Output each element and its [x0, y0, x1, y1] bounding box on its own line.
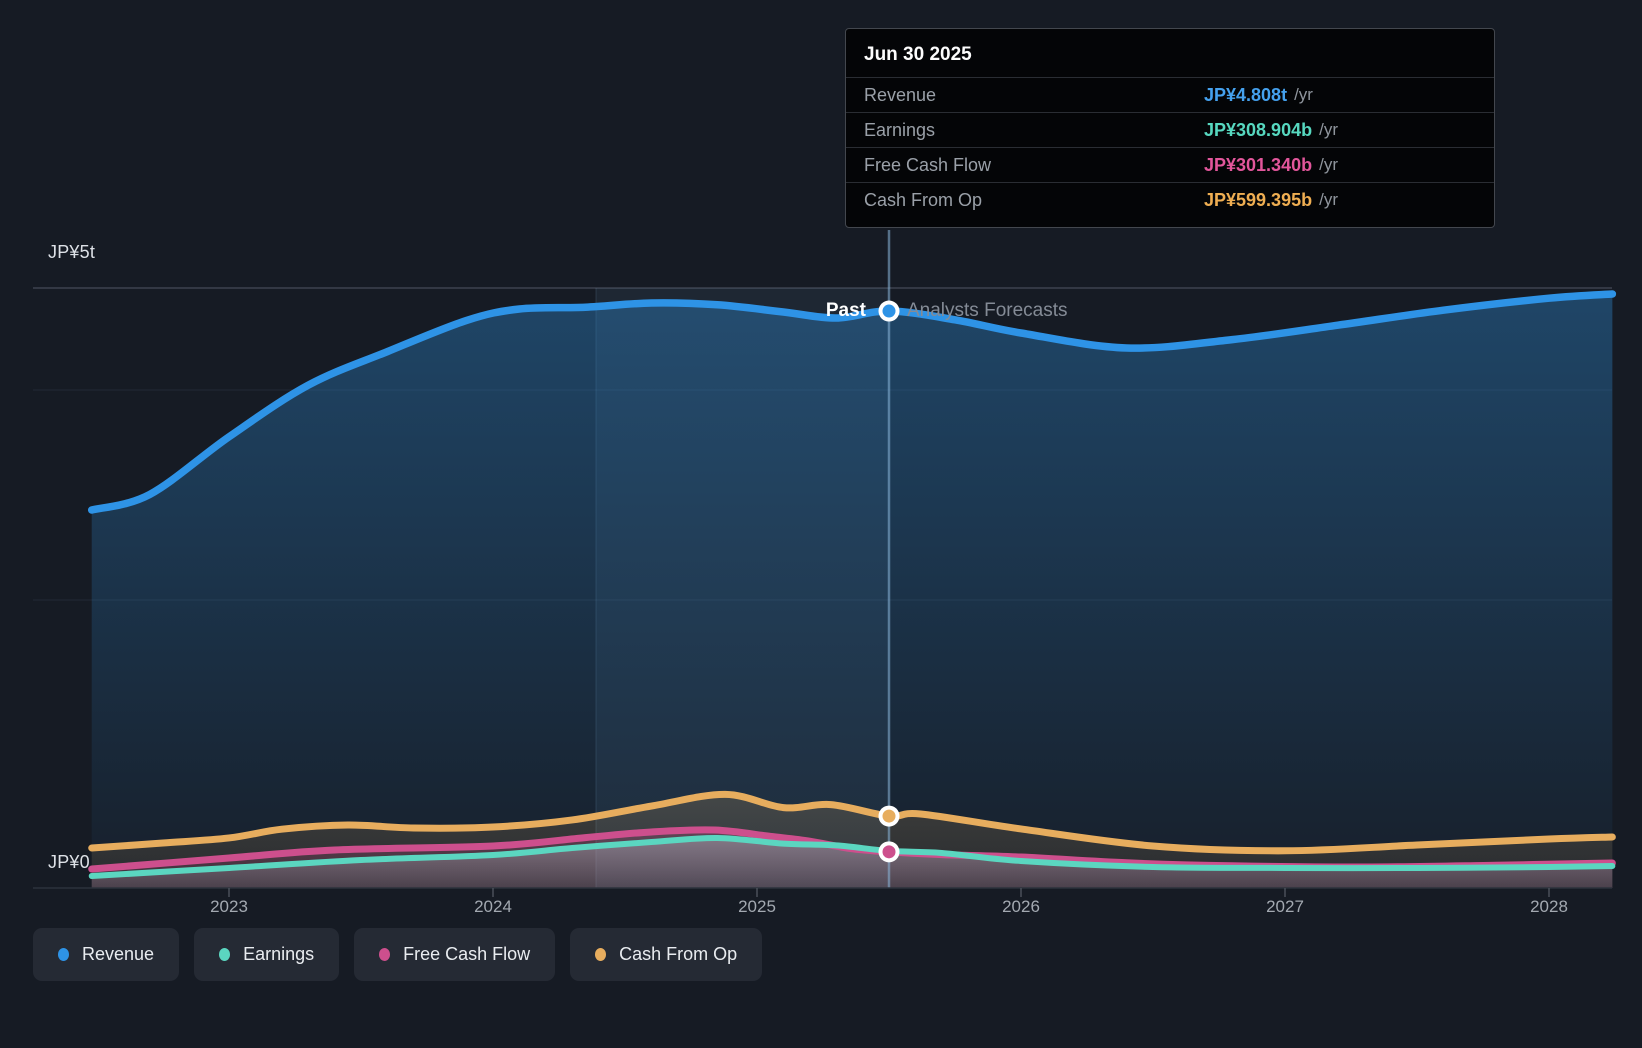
x-axis-label-2023: 2023 — [210, 897, 248, 916]
legend-item-label: Revenue — [82, 944, 155, 964]
legend-dot-free-cash-flow-icon — [379, 948, 391, 961]
tooltip-row-label: Free Cash Flow — [864, 154, 992, 175]
legend-item-earnings[interactable]: Earnings — [194, 928, 340, 981]
tooltip-row-cash-from-op: Cash From Op JP¥599.395b/yr — [846, 182, 1494, 217]
y-axis-label-top: JP¥5t — [48, 242, 96, 262]
tooltip-row-suffix: /yr — [1319, 120, 1338, 139]
analysts-forecast-label: Analysts Forecasts — [907, 300, 1068, 321]
x-axis-label-2027: 2027 — [1266, 897, 1304, 916]
tooltip-row-revenue: Revenue JP¥4.808t/yr — [846, 77, 1494, 112]
tooltip-row-suffix: /yr — [1319, 155, 1338, 174]
legend-item-label: Earnings — [243, 944, 315, 964]
chart-tooltip: Jun 30 2025 Revenue JP¥4.808t/yr Earnings J… — [845, 28, 1495, 228]
tooltip-row-value: JP¥308.904b — [1204, 119, 1313, 140]
tooltip-row-value: JP¥599.395b — [1204, 189, 1313, 210]
tooltip-row-label: Cash From Op — [864, 189, 983, 210]
tooltip-row-free-cash-flow: Free Cash Flow JP¥301.340b/yr — [846, 147, 1494, 182]
tooltip-row-suffix: /yr — [1294, 85, 1313, 104]
legend-item-label: Cash From Op — [619, 944, 738, 964]
tooltip-row-value: JP¥301.340b — [1204, 154, 1313, 175]
legend-dot-cash-from-op-icon — [595, 948, 607, 961]
legend-item-free-cash-flow[interactable]: Free Cash Flow — [354, 928, 556, 981]
x-axis: 2023 2024 2025 2026 2027 2028 — [0, 897, 1642, 921]
legend: Revenue Earnings Free Cash Flow Cash From O… — [33, 928, 763, 981]
tooltip-row-label: Revenue — [864, 84, 937, 105]
tooltip-row-earnings: Earnings JP¥308.904b/yr — [846, 112, 1494, 147]
legend-dot-revenue-icon — [58, 948, 69, 961]
tooltip-row-suffix: /yr — [1319, 190, 1338, 209]
legend-dot-earnings-icon — [219, 948, 231, 961]
marker-cash-from-op[interactable] — [882, 809, 896, 823]
x-axis-label-2026: 2026 — [1002, 897, 1040, 916]
past-label: Past — [825, 300, 866, 321]
marker-free-cash-flow[interactable] — [882, 845, 896, 859]
x-axis-label-2024: 2024 — [474, 897, 512, 916]
tooltip-date: Jun 30 2025 — [864, 44, 972, 65]
tooltip-row-value: JP¥4.808t — [1204, 84, 1288, 105]
earnings-revenue-growth-chart: JP¥5t JP¥0 Past Analysts Forecasts 2023 2… — [0, 0, 1642, 1048]
tooltip-row-label: Earnings — [864, 119, 936, 140]
legend-item-cash-from-op[interactable]: Cash From Op — [570, 928, 763, 981]
legend-item-revenue[interactable]: Revenue — [33, 928, 180, 981]
x-axis-label-2025: 2025 — [738, 897, 776, 916]
y-axis-label-zero: JP¥0 — [48, 852, 90, 872]
legend-item-label: Free Cash Flow — [403, 944, 531, 964]
marker-revenue[interactable] — [882, 304, 896, 318]
x-axis-label-2028: 2028 — [1530, 897, 1568, 916]
